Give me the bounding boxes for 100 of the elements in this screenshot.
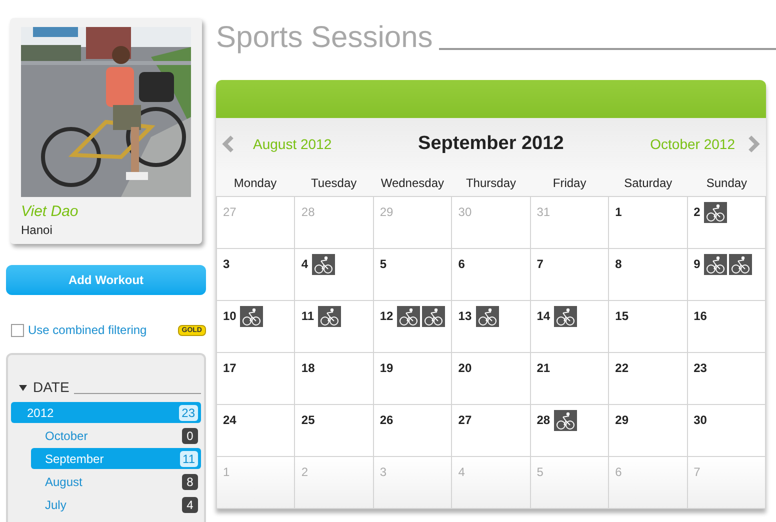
day-number: 6: [458, 256, 465, 273]
cycling-icon[interactable]: [422, 306, 446, 327]
filter-item-label: July: [45, 496, 68, 514]
calendar-cell[interactable]: 30: [688, 405, 766, 457]
cycling-icon[interactable]: [704, 202, 728, 223]
calendar-cell[interactable]: 9: [688, 249, 766, 301]
calendar-cell[interactable]: 29: [609, 405, 688, 457]
filter-label[interactable]: Use combined filtering: [28, 321, 147, 339]
checkbox[interactable]: [11, 324, 24, 336]
calendar-cell[interactable]: 5: [374, 249, 452, 301]
weekday-label: Saturday: [624, 176, 672, 190]
cycling-icon[interactable]: [704, 254, 728, 275]
page-title: Sports Sessions: [216, 20, 433, 56]
calendar-cell[interactable]: 14: [530, 301, 610, 353]
day-number: 18: [301, 360, 315, 377]
calendar-cell[interactable]: 4: [295, 249, 374, 301]
weekday-label: Thursday: [466, 176, 516, 190]
day-number: 3: [223, 256, 230, 273]
calendar-cell[interactable]: 26: [374, 405, 452, 457]
cycling-icon[interactable]: [240, 306, 264, 327]
filter-heading: DATE: [33, 378, 70, 397]
day-number: 30: [458, 204, 472, 221]
count-badge: 11: [180, 450, 198, 466]
calendar-cell[interactable]: 15: [609, 301, 688, 353]
calendar-cell[interactable]: 18: [295, 353, 374, 405]
day-number: 29: [615, 412, 628, 429]
calendar-cell[interactable]: 25: [295, 405, 374, 457]
month-title: September 2012: [417, 132, 565, 156]
day-number: 22: [615, 360, 628, 377]
cycling-icon[interactable]: [554, 306, 578, 327]
cycling-icon[interactable]: [476, 306, 499, 327]
calendar-cell[interactable]: 6: [452, 249, 531, 301]
day-number: 9: [694, 256, 700, 273]
count-badge: 4: [182, 496, 198, 512]
weekday-label: Sunday: [706, 176, 748, 190]
calendar-cell[interactable]: 10: [217, 301, 296, 353]
calendar-cell[interactable]: 22: [609, 353, 688, 405]
day-number: 23: [694, 360, 707, 377]
weekday-label: Monday: [234, 176, 277, 190]
day-number: 1: [615, 204, 622, 221]
weekday-label: Friday: [552, 176, 586, 190]
cycling-icon[interactable]: [312, 254, 336, 275]
cycling-icon[interactable]: [397, 306, 420, 327]
caret-icon[interactable]: [19, 384, 27, 390]
day-number: 25: [301, 412, 315, 429]
cycling-icon[interactable]: [729, 254, 752, 275]
day-number: 4: [458, 464, 465, 481]
profile-city: Hanoi: [21, 222, 54, 238]
calendar-cell[interactable]: 20: [452, 353, 531, 405]
calendar-cell[interactable]: 24: [217, 405, 296, 457]
calendar-cell[interactable]: 1: [609, 197, 688, 249]
day-number: 31: [536, 204, 550, 221]
day-number: 16: [694, 308, 707, 325]
day-number: 14: [536, 308, 550, 325]
day-number: 19: [380, 360, 394, 377]
day-number: 7: [536, 256, 544, 273]
day-number: 26: [380, 412, 394, 429]
calendar-cell[interactable]: 16: [688, 301, 766, 353]
calendar-cell[interactable]: 19: [374, 353, 452, 405]
calendar-cell[interactable]: 2: [688, 197, 766, 249]
day-number: 30: [694, 412, 707, 429]
count-badge: 23: [178, 404, 198, 420]
day-number: 21: [536, 360, 550, 377]
calendar-cell[interactable]: 12: [374, 301, 452, 353]
calendar-cell[interactable]: 28: [530, 405, 610, 457]
calendar-cell[interactable]: 23: [688, 353, 766, 405]
count-badge: 0: [182, 428, 198, 444]
filter-item-label: October: [45, 428, 89, 444]
filter-item-label: August: [45, 474, 84, 490]
calendar-cell[interactable]: 21: [530, 353, 610, 405]
day-number: 8: [615, 256, 622, 273]
day-number: 1: [223, 464, 230, 481]
calendar-cell[interactable]: 13: [452, 301, 531, 353]
calendar-cell[interactable]: 17: [217, 353, 296, 405]
day-number: 4: [301, 256, 308, 273]
calendar-cell[interactable]: 11: [295, 301, 374, 353]
day-number: 27: [458, 412, 472, 429]
day-number: 28: [301, 204, 315, 221]
day-number: 7: [694, 464, 700, 481]
day-number: 5: [380, 256, 387, 273]
day-number: 29: [380, 204, 394, 221]
filter-item[interactable]: October 0: [31, 425, 201, 446]
cycling-icon[interactable]: [554, 410, 578, 431]
filter-item[interactable]: August 8: [31, 471, 201, 492]
filter-item-label: September: [45, 450, 105, 468]
day-number: 27: [223, 204, 236, 221]
calendar-cell[interactable]: 7: [530, 249, 610, 301]
day-number: 20: [458, 360, 472, 377]
day-number: 6: [615, 464, 622, 481]
weekday-label: Tuesday: [311, 176, 357, 190]
filter-item-label: 2012: [27, 404, 55, 422]
day-number: 12: [380, 308, 394, 325]
day-number: 3: [380, 464, 387, 481]
calendar-cell[interactable]: 27: [452, 405, 531, 457]
day-number: 10: [223, 308, 236, 325]
day-number: 5: [536, 464, 544, 481]
calendar-cell[interactable]: 8: [609, 249, 688, 301]
filter-item[interactable]: July 4: [31, 494, 201, 515]
calendar-cell[interactable]: 3: [217, 249, 296, 301]
cycling-icon[interactable]: [318, 306, 342, 327]
